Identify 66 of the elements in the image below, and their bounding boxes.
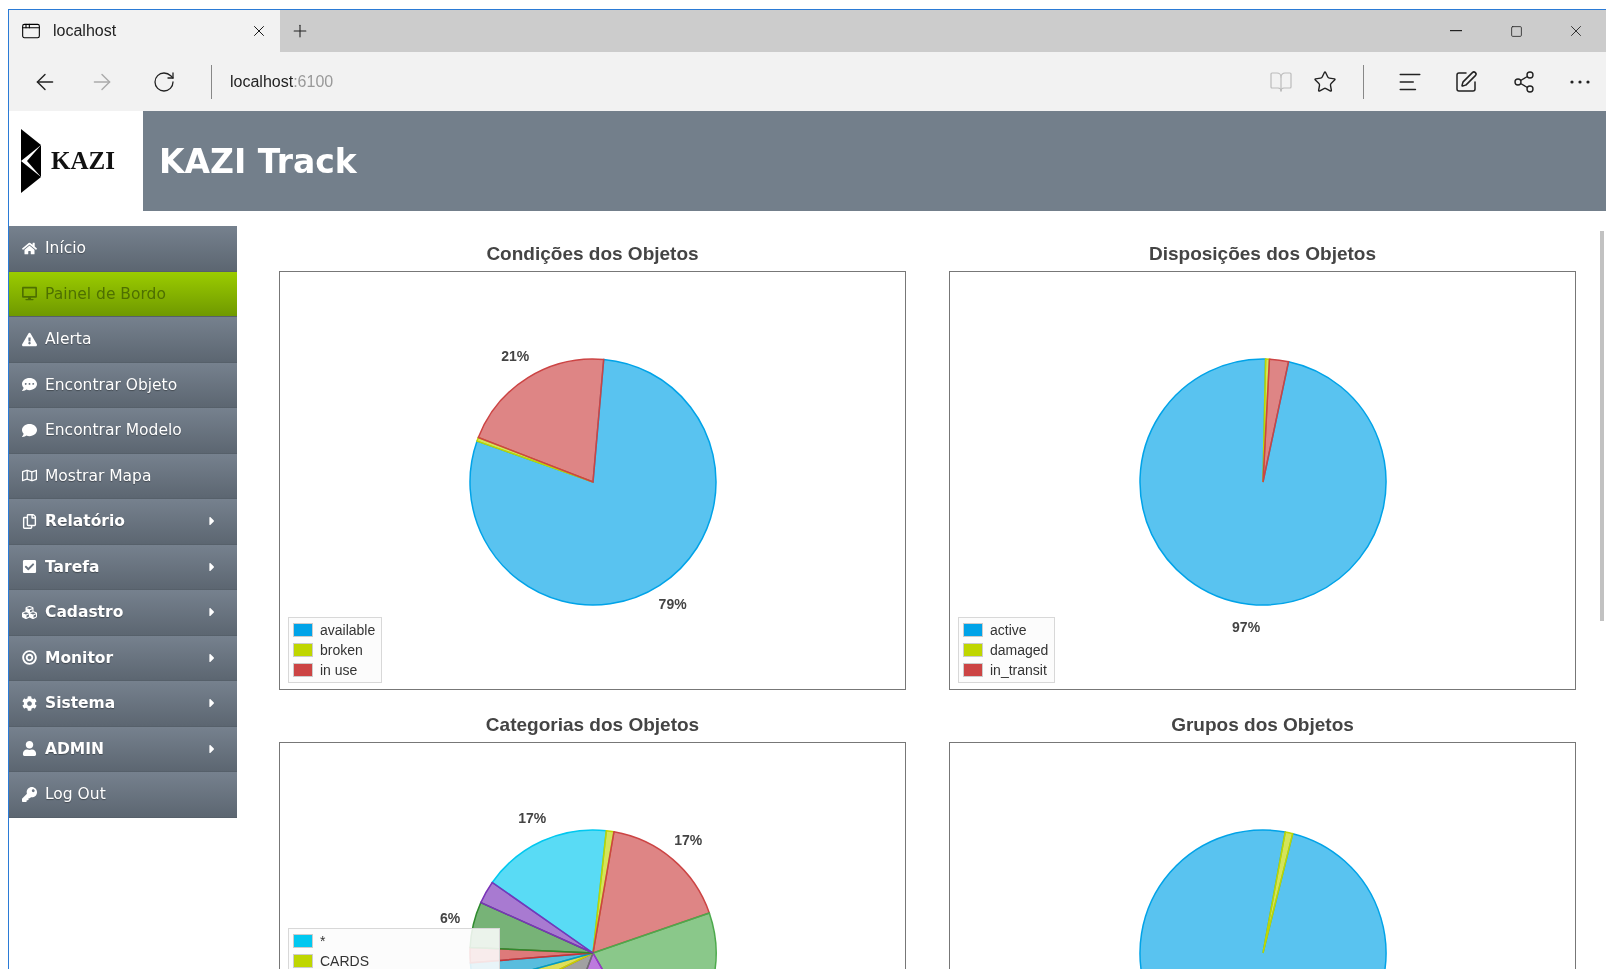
sidebar-item[interactable]: Início: [9, 226, 237, 272]
menu-item-icon: [22, 513, 37, 529]
data-label: 97%: [1232, 618, 1261, 635]
legend-label: in use: [320, 662, 358, 678]
legend-label: in_transit: [990, 662, 1047, 678]
more-icon: [1570, 79, 1590, 84]
tab-title: localhost: [53, 22, 118, 40]
sidebar-item[interactable]: Relatório: [9, 499, 237, 545]
menu-item-icon: [22, 331, 37, 347]
menu-item-icon: [22, 604, 37, 620]
sidebar-item[interactable]: Tarefa: [9, 544, 237, 590]
legend-swatch: [293, 663, 313, 677]
chart-title: Condições dos Objetos: [485, 243, 700, 265]
scrollbar-thumb[interactable]: [1600, 231, 1604, 621]
legend-label: *: [320, 933, 326, 949]
data-label: 21%: [501, 347, 530, 364]
menu-item-icon: [22, 559, 37, 575]
refresh-icon: [152, 69, 176, 94]
legend-label: broken: [320, 642, 363, 658]
sidebar-item[interactable]: ADMIN: [9, 726, 237, 772]
menu-item-icon: [22, 240, 37, 256]
chart-title: Categorias dos Objetos: [484, 714, 701, 736]
sidebar-item[interactable]: Encontrar Objeto: [9, 362, 237, 408]
menu-item-icon: [22, 286, 37, 302]
browser-tab[interactable]: localhost: [9, 10, 280, 52]
menu-item-icon: [22, 650, 37, 666]
logo-icon: [21, 129, 41, 193]
maximize-icon: [1509, 24, 1523, 38]
sidebar-item[interactable]: Encontrar Modelo: [9, 408, 237, 454]
sidebar-item[interactable]: Alerta: [9, 317, 237, 363]
chart-title: Grupos dos Objetos: [1170, 714, 1355, 736]
address-field[interactable]: localhost:6100: [230, 72, 334, 91]
sidebar-item[interactable]: Mostrar Mapa: [9, 453, 237, 499]
legend-label: active: [990, 622, 1027, 638]
data-label: 6%: [439, 909, 461, 926]
pen-icon: [1454, 69, 1478, 94]
app-title: KAZI Track: [159, 141, 357, 181]
menu-item-icon: [22, 377, 37, 393]
logo-text: KAZI: [51, 147, 115, 175]
legend-label: available: [320, 622, 376, 638]
sidebar-item[interactable]: Sistema: [9, 681, 237, 727]
data-label: 79%: [658, 596, 687, 613]
legend-swatch: [293, 643, 313, 657]
menu-item-icon: [22, 695, 37, 711]
menu-item-icon: [22, 468, 37, 484]
sidebar-item[interactable]: Log Out: [9, 772, 237, 818]
data-label: 17%: [518, 809, 547, 826]
legend-label: CARDS: [320, 953, 369, 969]
sidebar-item[interactable]: Monitor: [9, 635, 237, 681]
legend-swatch: [293, 623, 313, 637]
minimize-icon: [1450, 30, 1462, 32]
legend-swatch: [963, 623, 983, 637]
menu-item-icon: [22, 786, 37, 802]
data-label: 17%: [674, 831, 703, 848]
menu-item-icon: [22, 741, 37, 757]
legend-swatch: [293, 934, 313, 948]
star-icon: [1313, 69, 1337, 94]
share-icon: [1512, 69, 1536, 94]
legend-swatch: [963, 663, 983, 677]
legend-swatch: [963, 643, 983, 657]
book-icon: [1269, 69, 1293, 94]
chart-title: Disposições dos Objetos: [1148, 243, 1377, 265]
sidebar-item[interactable]: Cadastro: [9, 590, 237, 636]
menu-item-icon: [22, 422, 37, 438]
legend-label: damaged: [990, 642, 1049, 658]
page-icon: [21, 21, 41, 41]
